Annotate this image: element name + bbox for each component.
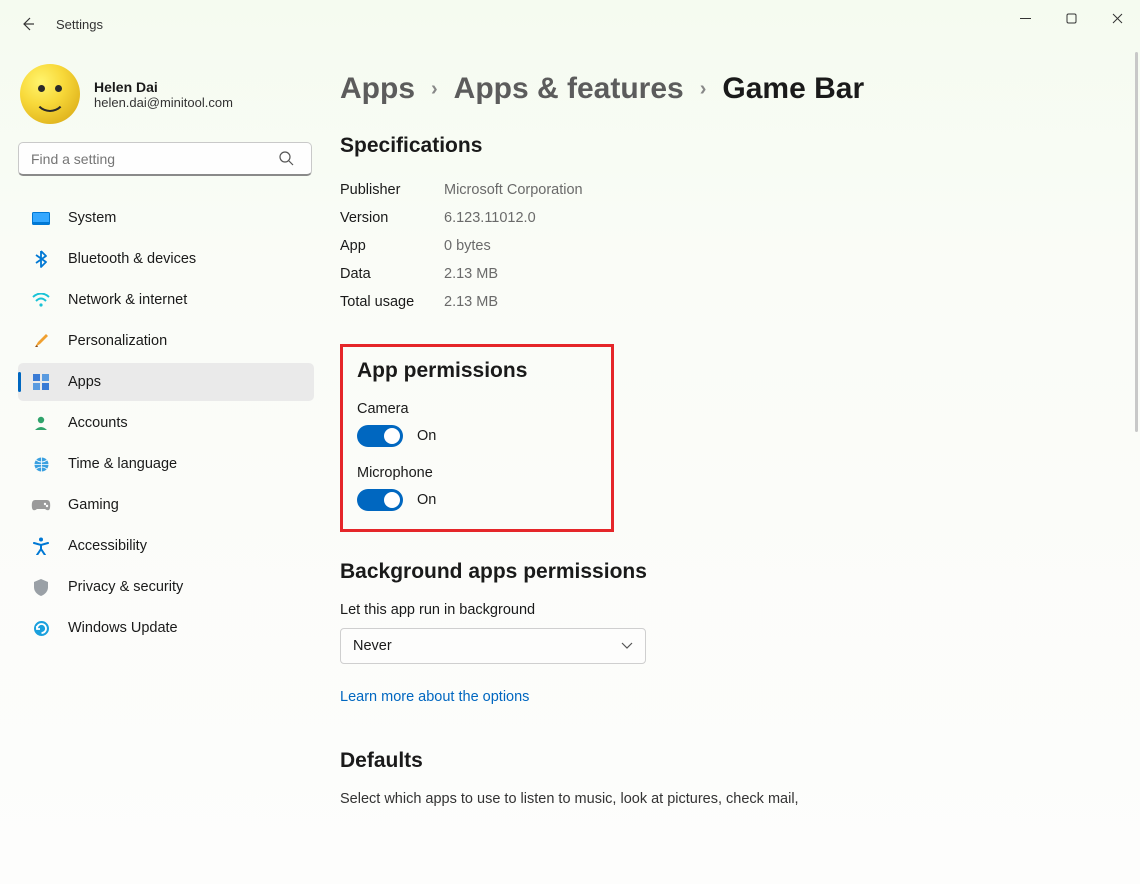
defaults-heading: Defaults <box>340 749 1100 773</box>
background-permissions-heading: Background apps permissions <box>340 560 1100 584</box>
nav-windows-update[interactable]: Windows Update <box>18 609 314 647</box>
camera-toggle-state: On <box>417 428 436 444</box>
close-button[interactable] <box>1094 0 1140 36</box>
maximize-button[interactable] <box>1048 0 1094 36</box>
nav-gaming[interactable]: Gaming <box>18 486 314 524</box>
chevron-right-icon: › <box>700 78 707 101</box>
chevron-right-icon: › <box>431 78 438 101</box>
wifi-icon <box>30 293 52 307</box>
scrollbar[interactable] <box>1135 52 1138 432</box>
person-icon <box>30 415 52 431</box>
paintbrush-icon <box>30 332 52 350</box>
sidebar: Helen Dai helen.dai@minitool.com System … <box>0 48 320 884</box>
window-controls <box>1002 0 1140 36</box>
background-select[interactable]: Never <box>340 628 646 664</box>
update-icon <box>30 620 52 637</box>
breadcrumb-current: Game Bar <box>722 72 864 106</box>
specifications-table: PublisherMicrosoft Corporation Version6.… <box>340 176 1100 316</box>
breadcrumb: Apps › Apps & features › Game Bar <box>340 72 1100 106</box>
gamepad-icon <box>30 499 52 512</box>
user-profile[interactable]: Helen Dai helen.dai@minitool.com <box>18 58 316 142</box>
spec-row: Data2.13 MB <box>340 260 1100 288</box>
title-bar: Settings <box>0 0 1140 48</box>
globe-clock-icon <box>30 456 52 473</box>
maximize-icon <box>1066 13 1077 24</box>
minimize-icon <box>1020 13 1031 24</box>
nav-bluetooth[interactable]: Bluetooth & devices <box>18 240 314 278</box>
nav-list: System Bluetooth & devices Network & int… <box>18 196 316 650</box>
app-permissions-highlight: App permissions Camera On Microphone On <box>340 344 614 532</box>
specifications-heading: Specifications <box>340 134 1100 158</box>
nav-privacy[interactable]: Privacy & security <box>18 568 314 606</box>
spec-row: Version6.123.11012.0 <box>340 204 1100 232</box>
shield-icon <box>30 579 52 596</box>
spec-row: App0 bytes <box>340 232 1100 260</box>
permission-microphone: Microphone On <box>357 465 597 511</box>
minimize-button[interactable] <box>1002 0 1048 36</box>
breadcrumb-apps-features[interactable]: Apps & features <box>454 72 684 106</box>
nav-personalization[interactable]: Personalization <box>18 322 314 360</box>
nav-accessibility[interactable]: Accessibility <box>18 527 314 565</box>
user-name: Helen Dai <box>94 79 233 95</box>
spec-row: PublisherMicrosoft Corporation <box>340 176 1100 204</box>
camera-label: Camera <box>357 401 597 417</box>
background-run-label: Let this app run in background <box>340 602 1100 618</box>
camera-toggle[interactable] <box>357 425 403 447</box>
main-content: Apps › Apps & features › Game Bar Specif… <box>320 48 1140 884</box>
accessibility-icon <box>30 537 52 555</box>
app-permissions-heading: App permissions <box>357 359 597 383</box>
breadcrumb-apps[interactable]: Apps <box>340 72 415 106</box>
microphone-toggle[interactable] <box>357 489 403 511</box>
apps-icon <box>30 374 52 390</box>
nav-system[interactable]: System <box>18 199 314 237</box>
close-icon <box>1112 13 1123 24</box>
user-email: helen.dai@minitool.com <box>94 95 233 110</box>
microphone-label: Microphone <box>357 465 597 481</box>
window-title: Settings <box>56 17 103 32</box>
system-icon <box>30 212 52 225</box>
learn-more-link[interactable]: Learn more about the options <box>340 689 529 705</box>
arrow-left-icon <box>20 16 36 32</box>
nav-network[interactable]: Network & internet <box>18 281 314 319</box>
spec-row: Total usage2.13 MB <box>340 288 1100 316</box>
search-input[interactable] <box>18 142 312 176</box>
permission-camera: Camera On <box>357 401 597 447</box>
background-select-value: Never <box>353 638 392 654</box>
defaults-description: Select which apps to use to listen to mu… <box>340 791 1100 807</box>
nav-apps[interactable]: Apps <box>18 363 314 401</box>
avatar <box>20 64 80 124</box>
chevron-down-icon <box>621 642 633 650</box>
search-field[interactable] <box>18 142 316 176</box>
nav-accounts[interactable]: Accounts <box>18 404 314 442</box>
nav-time-language[interactable]: Time & language <box>18 445 314 483</box>
microphone-toggle-state: On <box>417 492 436 508</box>
back-button[interactable] <box>12 8 44 40</box>
bluetooth-icon <box>30 250 52 268</box>
